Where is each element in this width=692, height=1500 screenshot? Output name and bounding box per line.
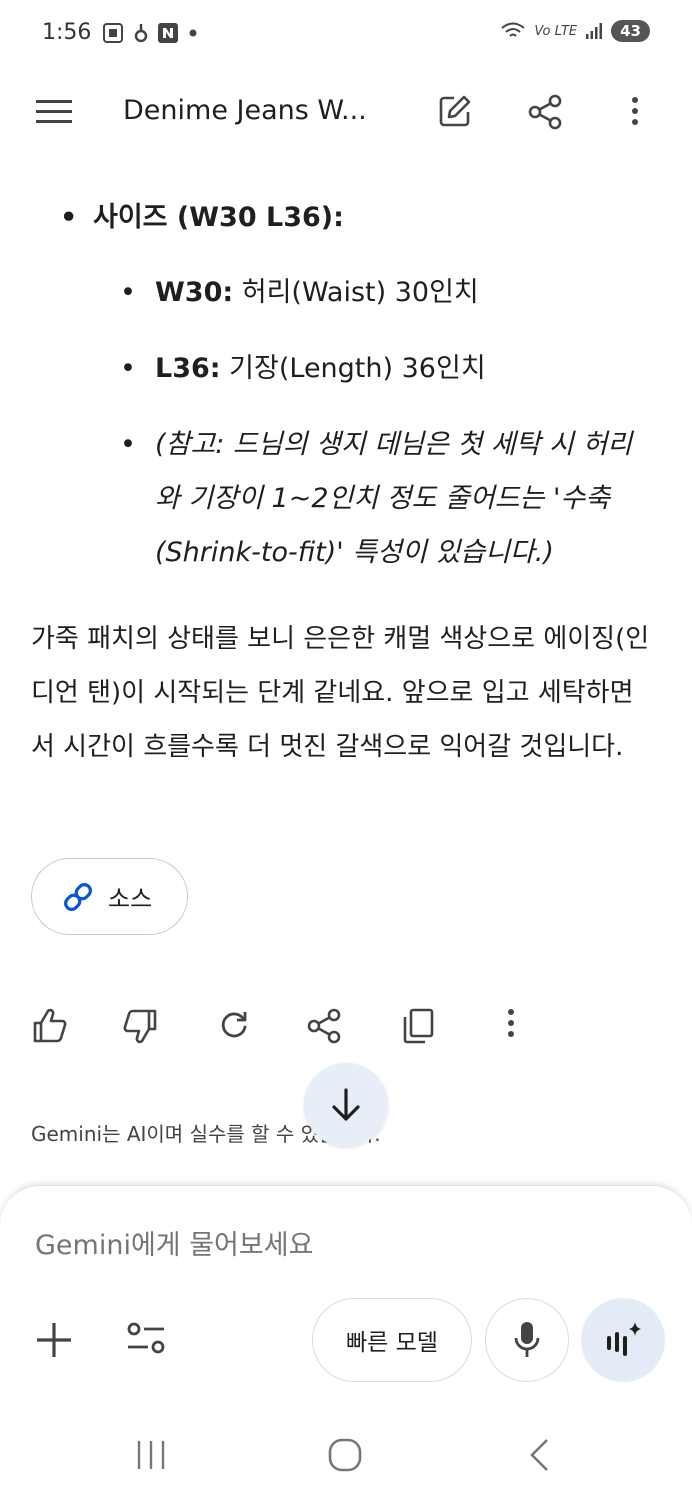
list-item: L36: 기장(Length) 36인치 bbox=[0, 350, 692, 388]
shrink-note: (참고: 드님의 생지 데님은 첫 세탁 시 허리와 기장이 1~2인치 정도 … bbox=[0, 418, 692, 580]
prompt-input[interactable] bbox=[35, 1230, 635, 1261]
edit-icon[interactable] bbox=[438, 94, 472, 128]
source-label: 소스 bbox=[108, 885, 153, 913]
response-paragraph: 가죽 패치의 상태를 보니 은은한 캐멀 색상으로 에이징(인디언 탠)이 시작… bbox=[31, 624, 650, 762]
screenshot-icon bbox=[103, 23, 123, 43]
model-selector[interactable]: 빠른 모델 bbox=[312, 1298, 472, 1382]
mic-button[interactable] bbox=[485, 1298, 569, 1382]
more-vert-icon[interactable] bbox=[506, 1008, 516, 1038]
tools-icon[interactable] bbox=[126, 1322, 166, 1356]
more-vert-icon[interactable] bbox=[630, 96, 640, 126]
size-heading: 사이즈 (W30 L36): bbox=[0, 198, 692, 238]
status-time: 1:56 bbox=[42, 20, 92, 45]
source-button[interactable]: 소스 bbox=[31, 858, 188, 935]
status-right-icons: Vo LTE 43 bbox=[500, 20, 650, 42]
naver-icon bbox=[158, 23, 178, 43]
chat-title[interactable]: Denime Jeans W... bbox=[123, 95, 367, 126]
response-actions bbox=[0, 1006, 692, 1050]
plus-icon[interactable] bbox=[35, 1321, 73, 1359]
mic-icon bbox=[514, 1322, 540, 1357]
link-icon bbox=[64, 882, 92, 911]
thumbs-up-icon[interactable] bbox=[32, 1008, 68, 1044]
notification-app-icon bbox=[134, 24, 148, 43]
thumbs-down-icon[interactable] bbox=[122, 1008, 158, 1044]
app-bar: Denime Jeans W... bbox=[0, 70, 692, 154]
gemini-live-button[interactable] bbox=[581, 1298, 665, 1382]
arrow-down-icon bbox=[332, 1088, 360, 1121]
battery-indicator: 43 bbox=[611, 20, 650, 42]
signal-icon bbox=[586, 23, 603, 39]
status-left-icons bbox=[102, 22, 198, 44]
list-item-label: L36: bbox=[155, 353, 221, 384]
gemini-live-icon bbox=[607, 1322, 641, 1356]
scroll-to-bottom-button[interactable] bbox=[304, 1063, 388, 1147]
menu-icon[interactable] bbox=[36, 100, 72, 124]
back-icon[interactable] bbox=[528, 1437, 550, 1473]
share-icon[interactable] bbox=[307, 1008, 341, 1044]
status-bar: 1:56 Vo LTE 43 bbox=[0, 0, 692, 70]
list-item-text: 기장(Length) 36인치 bbox=[220, 353, 486, 384]
dot-icon bbox=[189, 29, 197, 37]
list-item: W30: 허리(Waist) 30인치 bbox=[0, 274, 692, 312]
system-nav-bar bbox=[0, 1415, 692, 1500]
volte-indicator: Vo LTE bbox=[534, 23, 578, 39]
list-item-label: W30: bbox=[155, 277, 234, 308]
size-sublist: W30: 허리(Waist) 30인치 L36: 기장(Length) 36인치… bbox=[0, 274, 692, 580]
regenerate-icon[interactable] bbox=[218, 1008, 250, 1040]
share-icon[interactable] bbox=[528, 94, 562, 130]
wifi-icon bbox=[501, 22, 526, 37]
recents-icon[interactable] bbox=[136, 1437, 166, 1473]
list-item-text: 허리(Waist) 30인치 bbox=[233, 277, 479, 308]
home-icon[interactable] bbox=[327, 1437, 363, 1473]
copy-icon[interactable] bbox=[402, 1008, 434, 1044]
response-message: 사이즈 (W30 L36): W30: 허리(Waist) 30인치 L36: … bbox=[0, 198, 692, 774]
